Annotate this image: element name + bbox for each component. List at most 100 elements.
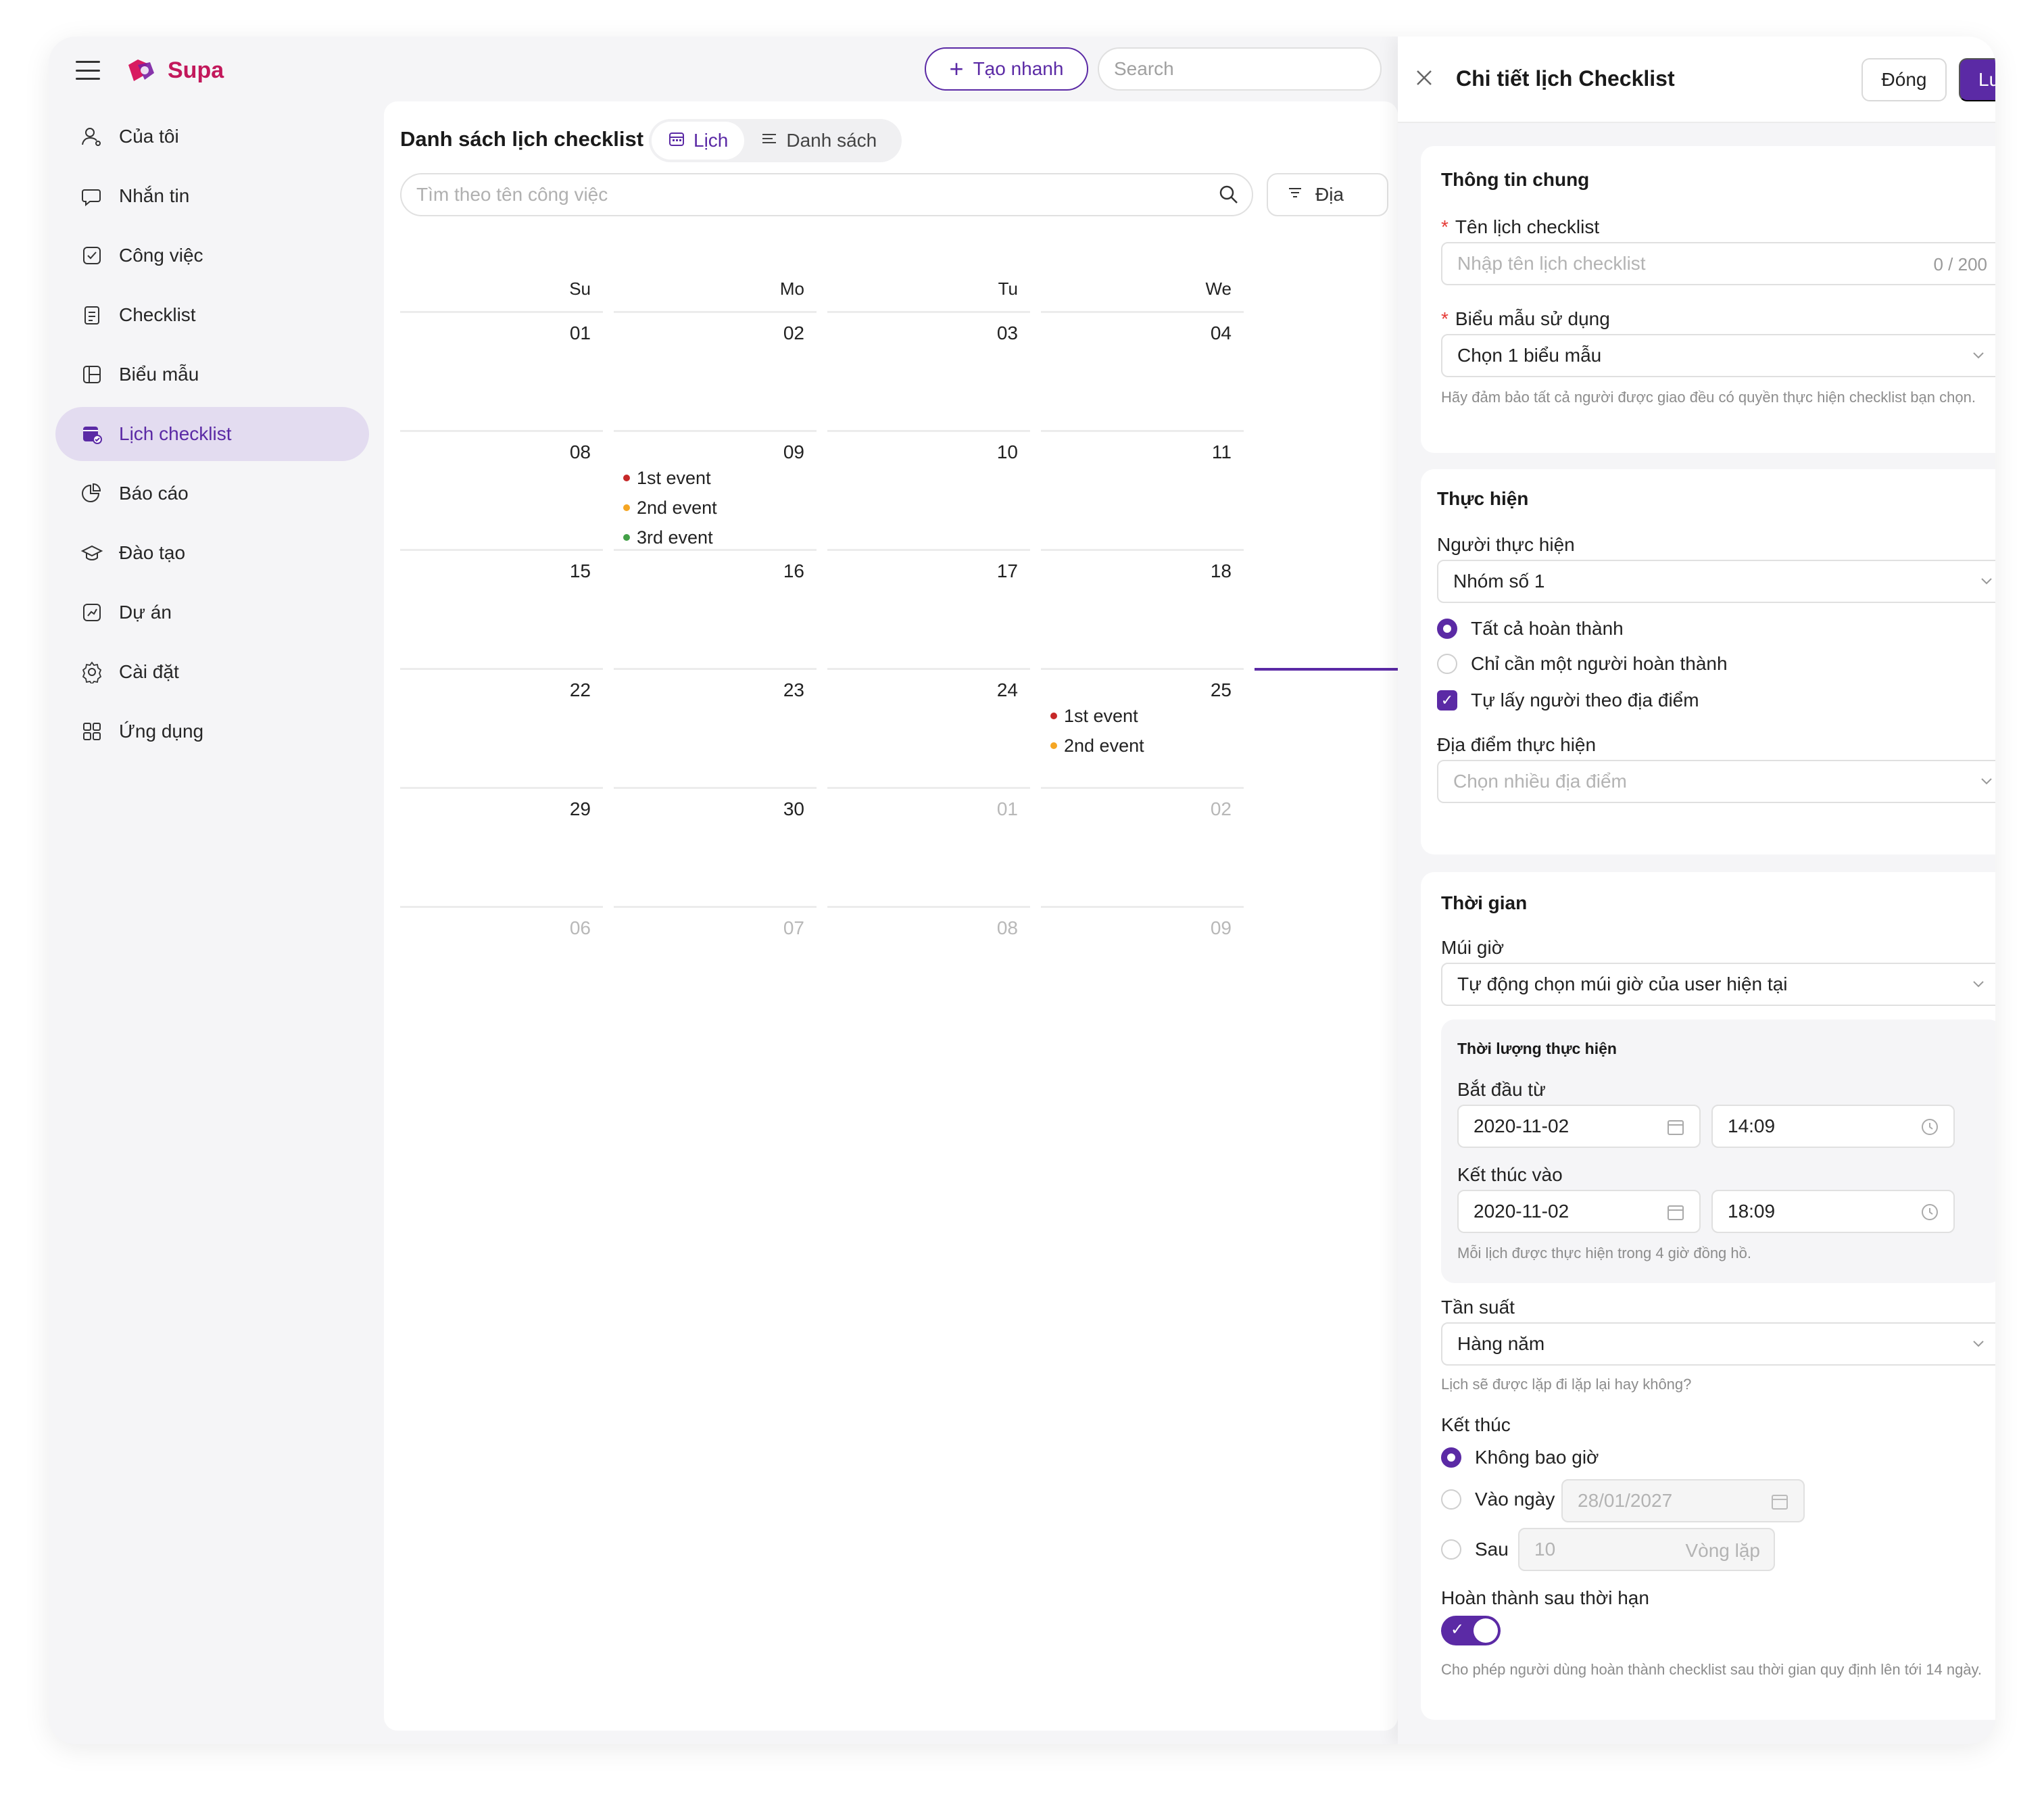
radio-never[interactable]: Không bao giờ	[1441, 1447, 1599, 1468]
calendar-day-cell[interactable]: 22	[400, 668, 603, 787]
timezone-select-value: Tự động chọn múi giờ của user hiện tại	[1457, 973, 1788, 994]
calendar-day-number: 09	[1210, 917, 1232, 938]
sidebar-item-label: Dự án	[119, 602, 172, 623]
tab-calendar[interactable]: Lịch	[652, 122, 745, 160]
calendar-day-cell[interactable]: 01	[400, 311, 603, 430]
close-icon[interactable]	[1414, 68, 1434, 88]
calendar-day-number: 01	[569, 322, 591, 343]
toggle-knob	[1474, 1618, 1498, 1643]
calendar-day-cell[interactable]: 25 1st event 2nd event	[1041, 668, 1244, 787]
sidebar-item-2[interactable]: Công việc	[55, 228, 369, 283]
sidebar-item-10[interactable]: Ứng dụng	[55, 704, 369, 759]
calendar-day-number: 22	[569, 679, 591, 700]
start-time-input[interactable]: 14:09	[1711, 1105, 1955, 1148]
global-search-input[interactable]: Search	[1098, 47, 1382, 91]
calendar-day-cell[interactable]: 30	[614, 787, 817, 906]
assignee-select-value: Nhóm số 1	[1453, 571, 1545, 592]
apps-icon	[80, 719, 104, 744]
calendar-event[interactable]: 3rd event	[623, 523, 717, 552]
calendar-day-cell[interactable]: 09	[1041, 906, 1244, 1025]
calendar-event[interactable]: 2nd event	[1050, 731, 1144, 761]
calendar-day-cell[interactable]: 18	[1041, 549, 1244, 668]
calendar-day-cell[interactable]: 17	[827, 549, 1030, 668]
auto-assign-checkbox[interactable]: ✓ Tự lấy người theo địa điểm	[1437, 690, 1699, 711]
calendar-day-cell[interactable]: 16	[614, 549, 817, 668]
end-on-date-input[interactable]: 28/01/2027	[1561, 1479, 1805, 1522]
sidebar-item-0[interactable]: Của tôi	[55, 110, 369, 164]
calendar-day-cell[interactable]: 03	[827, 311, 1030, 430]
end-time-input[interactable]: 18:09	[1711, 1190, 1955, 1233]
calendar-day-cell[interactable]: 09 1st event 2nd event 3rd event	[614, 430, 817, 549]
location-select[interactable]: Chọn nhiều địa điểm	[1437, 760, 1995, 803]
location-filter-button[interactable]: Địa	[1267, 173, 1388, 216]
radio-after-label: Sau	[1475, 1539, 1509, 1560]
end-date-input[interactable]: 2020-11-02	[1457, 1190, 1701, 1233]
sidebar-item-5[interactable]: Lịch checklist	[55, 407, 369, 461]
timezone-select[interactable]: Tự động chọn múi giờ của user hiện tại	[1441, 963, 1995, 1006]
radio-all-complete-label: Tất cả hoàn thành	[1471, 618, 1624, 639]
calendar-day-cell[interactable]: 02	[614, 311, 817, 430]
timezone-label: Múi giờ	[1441, 937, 1505, 958]
sidebar-item-3[interactable]: Checklist	[55, 288, 369, 342]
calendar-day-cell[interactable]: 15	[400, 549, 603, 668]
location-filter-label: Địa	[1315, 184, 1344, 205]
frequency-select[interactable]: Hàng năm	[1441, 1322, 1995, 1366]
sidebar-item-8[interactable]: Dự án	[55, 585, 369, 640]
sidebar-item-label: Của tôi	[119, 126, 179, 147]
weekday-header: Su	[569, 279, 591, 299]
radio-one-complete[interactable]: Chỉ cần một người hoàn thành	[1437, 653, 1728, 675]
calendar-day-cell[interactable]: 10	[827, 430, 1030, 549]
calendar-event[interactable]: 1st event	[623, 463, 717, 493]
calendar-day-cell[interactable]: 29	[400, 787, 603, 906]
event-dot-icon	[623, 475, 630, 481]
task-search-placeholder: Tìm theo tên công việc	[416, 184, 608, 205]
calendar-day-cell[interactable]: 08	[827, 906, 1030, 1025]
task-search-input[interactable]: Tìm theo tên công việc	[400, 173, 1253, 216]
calendar-day-cell[interactable]: 04	[1041, 311, 1244, 430]
hamburger-menu-icon[interactable]	[76, 61, 100, 80]
event-list: 1st event 2nd event 3rd event	[623, 463, 717, 552]
weekday-header: We	[1205, 279, 1232, 299]
sidebar-item-9[interactable]: Cài đặt	[55, 645, 369, 699]
calendar-day-cell[interactable]: 23	[614, 668, 817, 787]
calendar-day-cell[interactable]: 02	[1041, 787, 1244, 906]
calendar-day-cell[interactable]: 01	[827, 787, 1030, 906]
calendar-event[interactable]: 2nd event	[623, 493, 717, 523]
save-button[interactable]: Lưu	[1959, 58, 1995, 101]
calendar-day-cell[interactable]: 24	[827, 668, 1030, 787]
radio-never-label: Không bao giờ	[1475, 1447, 1599, 1468]
sidebar-item-1[interactable]: Nhắn tin	[55, 169, 369, 223]
radio-on-date[interactable]: Vào ngày	[1441, 1489, 1555, 1510]
radio-all-complete[interactable]: Tất cả hoàn thành	[1437, 618, 1624, 640]
duration-hint: Mỗi lịch được thực hiện trong 4 giờ đồng…	[1457, 1245, 1751, 1261]
calendar-day-number: 10	[996, 441, 1018, 462]
end-after-input[interactable]: 10 Vòng lặp	[1518, 1528, 1775, 1571]
assignee-select[interactable]: Nhóm số 1	[1437, 560, 1995, 603]
calendar-day-cell[interactable]: 08	[400, 430, 603, 549]
calendar-day-cell[interactable]: 11	[1041, 430, 1244, 549]
radio-empty-icon	[1437, 654, 1457, 674]
calendar-event[interactable]: 1st event	[1050, 701, 1144, 731]
checklist-name-input[interactable]: Nhập tên lịch checklist 0 / 200	[1441, 242, 1995, 285]
end-time-value: 18:09	[1728, 1201, 1776, 1222]
late-complete-toggle[interactable]: ✓	[1441, 1616, 1501, 1645]
tab-list[interactable]: Danh sách	[744, 122, 893, 160]
calendar-day-number: 24	[996, 679, 1018, 700]
sidebar-item-6[interactable]: Báo cáo	[55, 466, 369, 521]
radio-one-complete-label: Chỉ cần một người hoàn thành	[1471, 653, 1728, 674]
calendar-day-cell[interactable]: 07	[614, 906, 817, 1025]
start-label: Bắt đầu từ	[1457, 1079, 1546, 1100]
close-button[interactable]: Đóng	[1862, 58, 1947, 101]
sidebar-item-4[interactable]: Biểu mẫu	[55, 347, 369, 402]
template-select[interactable]: Chọn 1 biểu mẫu	[1441, 334, 1995, 377]
radio-after[interactable]: Sau	[1441, 1539, 1509, 1560]
quick-create-button[interactable]: + Tạo nhanh	[925, 47, 1088, 91]
end-date-value: 2020-11-02	[1474, 1201, 1570, 1222]
radio-selected-icon	[1437, 619, 1457, 639]
late-complete-hint: Cho phép người dùng hoàn thành checklist…	[1441, 1661, 1982, 1678]
start-date-input[interactable]: 2020-11-02	[1457, 1105, 1701, 1148]
sidebar-item-7[interactable]: Đào tạo	[55, 526, 369, 580]
sidebar-nav: Của tôi Nhắn tin Công việc Checklist Biểu mẫ…	[55, 110, 369, 764]
calendar-icon	[1668, 1120, 1684, 1135]
calendar-day-cell[interactable]: 06	[400, 906, 603, 1025]
